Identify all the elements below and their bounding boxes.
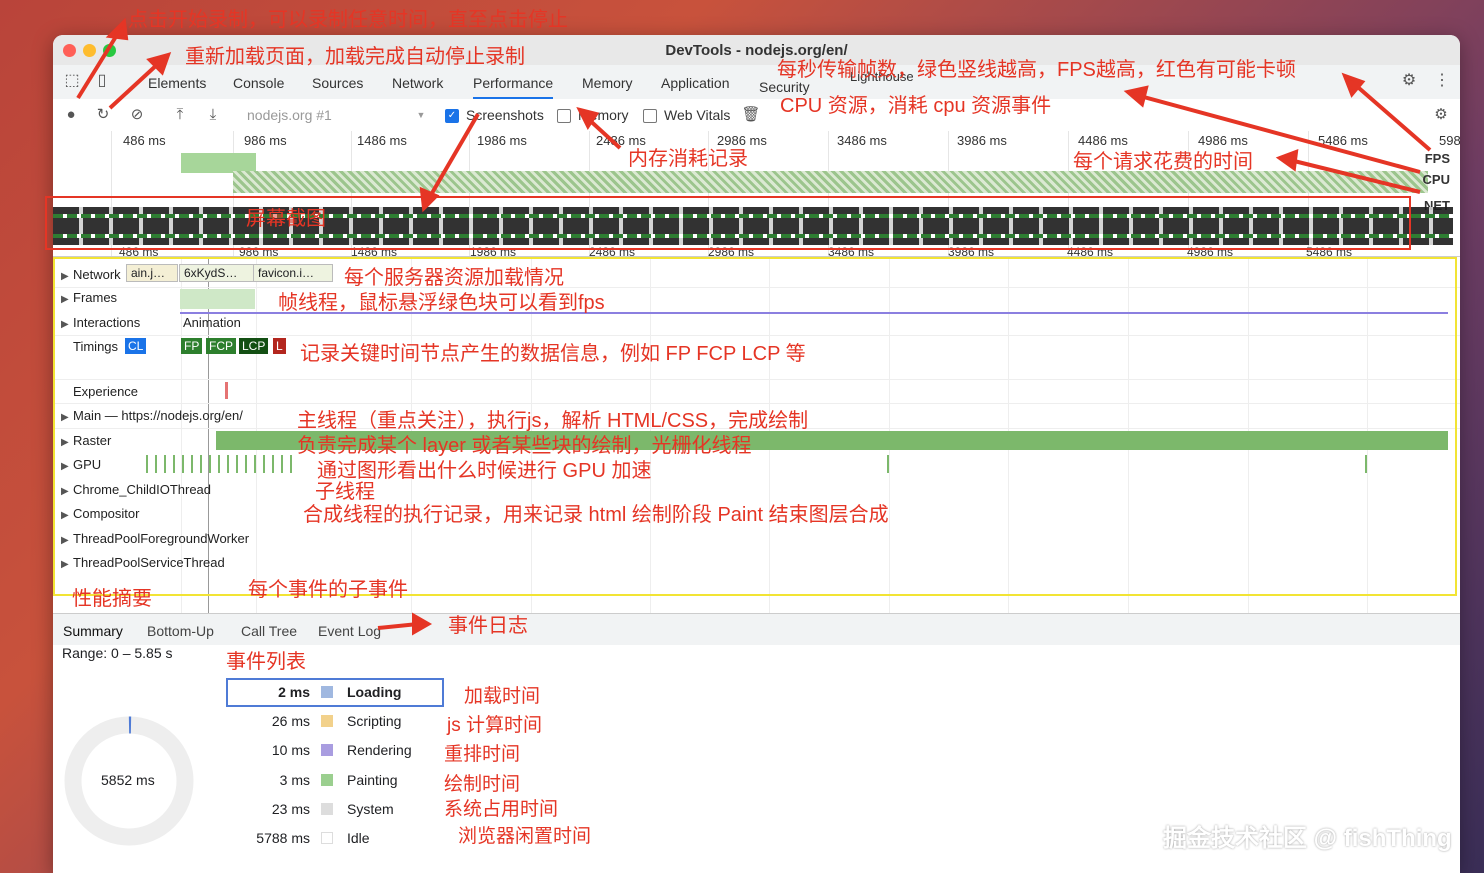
annotation-rendering-time: 重排时间	[444, 744, 521, 765]
annotation-screenshots: 屏幕截图	[246, 208, 326, 230]
annotation-painting-time: 绘制时间	[444, 774, 521, 795]
annotation-bottom-up: 事件列表	[226, 651, 306, 673]
annotation-cpu: CPU 资源，消耗 cpu 资源事件	[780, 95, 1052, 117]
annotation-memory: 内存消耗记录	[628, 148, 748, 170]
annotation-summary: 性能摘要	[72, 588, 152, 610]
annotation-loading-time: 加载时间	[464, 686, 541, 707]
annotation-compositor-track: 合成线程的执行记录，用来记录 html 绘制阶段 Paint 结束图层合成	[303, 504, 889, 526]
annotation-scripting-time: js 计算时间	[447, 715, 543, 736]
annotation-idle-time: 浏览器闲置时间	[458, 826, 592, 847]
annotation-timings-track: 记录关键时间节点产生的数据信息，例如 FP FCP LCP 等	[300, 343, 806, 365]
annotation-fps: 每秒传输帧数，绿色竖线越高，FPS越高，红色有可能卡顿	[777, 59, 1296, 81]
annotation-frames-track: 帧线程，鼠标悬浮绿色块可以看到fps	[278, 292, 605, 314]
annotation-system-time: 系统占用时间	[444, 799, 559, 820]
watermark: 掘金技术社区 @ fishThing	[1163, 825, 1452, 852]
annotation-event-log: 事件日志	[448, 615, 528, 637]
annotation-call-tree: 每个事件的子事件	[248, 579, 408, 601]
annotation-net: 每个请求花费的时间	[1073, 151, 1253, 173]
annotation-reload: 重新加载页面，加载完成自动停止录制	[185, 46, 525, 68]
annotation-record-start: 点击开始录制，可以录制任意时间，直至点击停止	[128, 9, 568, 31]
